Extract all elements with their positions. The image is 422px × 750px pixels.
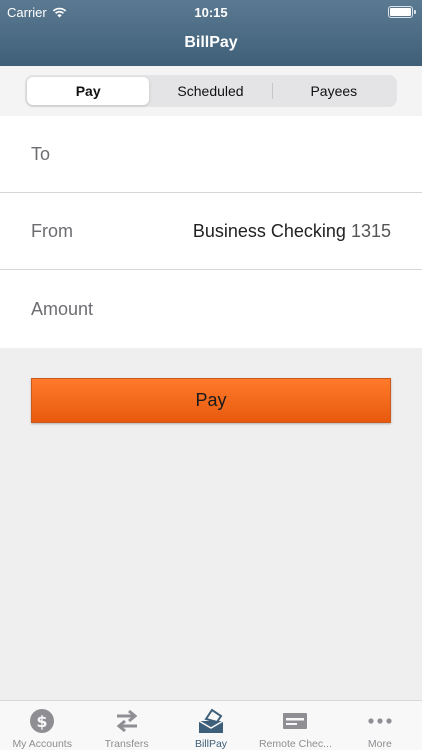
amount-row[interactable]: Amount — [0, 270, 422, 348]
amount-label: Amount — [31, 298, 94, 319]
from-account-value: Business Checking 1315 — [193, 221, 391, 242]
tab-transfers[interactable]: Transfers — [84, 701, 168, 750]
battery-icon — [388, 6, 416, 18]
segmented-control: Pay Scheduled Payees — [25, 75, 397, 107]
check-card-icon — [283, 713, 308, 729]
payment-form: To From Business Checking 1315 Amount — [0, 116, 422, 348]
transfer-arrows-icon — [116, 709, 137, 733]
segment-scheduled[interactable]: Scheduled — [149, 77, 271, 105]
pay-button[interactable]: Pay — [31, 378, 391, 423]
page-title: BillPay — [184, 34, 238, 51]
from-account-name: Business Checking — [192, 220, 346, 241]
navigation-bar: Carrier 10:15 BillPay — [0, 0, 422, 66]
tab-label: My Accounts — [12, 738, 72, 750]
segment-pay[interactable]: Pay — [27, 77, 150, 105]
segment-bar: Pay Scheduled Payees — [0, 66, 422, 116]
from-row[interactable]: From Business Checking 1315 — [0, 193, 422, 270]
tab-remote-check[interactable]: Remote Chec... — [253, 701, 337, 750]
dollar-circle-icon: $ — [30, 709, 55, 733]
to-row[interactable]: To — [0, 116, 422, 193]
status-bar: Carrier 10:15 — [0, 3, 422, 21]
to-label: To — [31, 143, 51, 164]
tab-more[interactable]: More — [338, 701, 422, 750]
tab-label: BillPay — [194, 738, 228, 750]
tab-label: Remote Chec... — [258, 738, 332, 750]
tab-label: Transfers — [104, 738, 149, 750]
tab-my-accounts[interactable]: $ My Accounts — [0, 701, 84, 750]
tab-billpay[interactable]: BillPay — [169, 701, 253, 750]
more-dots-icon — [368, 718, 392, 724]
tab-bar: $ My Accounts Transfers BillPay Remote C… — [0, 700, 422, 750]
tab-label: More — [367, 738, 392, 750]
billpay-envelope-icon — [198, 708, 224, 733]
segment-payees[interactable]: Payees — [273, 77, 395, 105]
status-time: 10:15 — [194, 5, 228, 20]
from-label: From — [31, 220, 73, 241]
from-account-number: 1315 — [350, 220, 391, 241]
svg-text:$: $ — [37, 712, 48, 731]
